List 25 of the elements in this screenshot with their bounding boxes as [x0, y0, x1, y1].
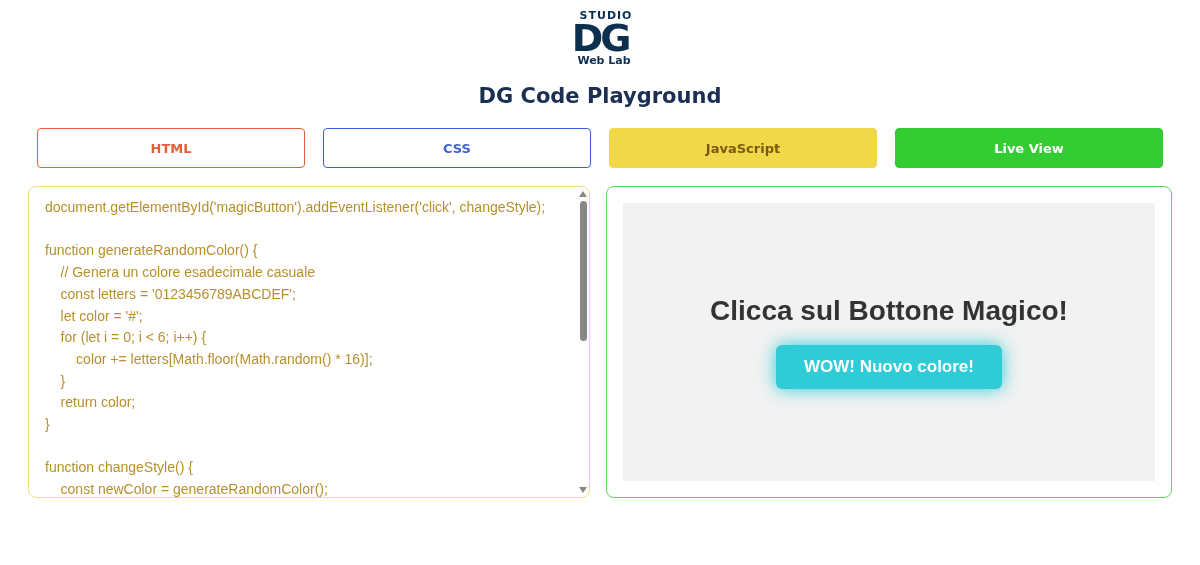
tab[interactable]: CSS: [323, 128, 591, 168]
magic-button[interactable]: WOW! Nuovo colore!: [776, 345, 1002, 389]
code-line: // Genera un colore esadecimale casuale: [59, 263, 317, 283]
code-line: for (let i = 0; i < 6; i++) {: [59, 328, 208, 348]
scroll-up-icon[interactable]: [579, 191, 587, 197]
code-line: }: [45, 415, 51, 434]
tab[interactable]: JavaScript: [609, 128, 877, 168]
code-editor[interactable]: [28, 186, 590, 498]
code-line: let color = '#';: [59, 306, 144, 326]
code-line: const letters = '0123456789ABCDEF';: [59, 284, 297, 304]
code-line: return color;: [59, 393, 137, 413]
code-line: color += letters[Math.floor(Math.random() * 16)];: [75, 349, 374, 369]
code-line: }: [59, 371, 67, 391]
code-line: function generateRandomColor() {: [45, 241, 259, 261]
code-line: document.getElementById('magicButton').addEventListener('click', changeStyle);: [45, 198, 547, 217]
tab[interactable]: Live View: [895, 128, 1163, 168]
logo-top-text: STUDIO: [579, 10, 633, 21]
tab[interactable]: HTML: [37, 128, 305, 168]
code-line: function changeStyle() {: [45, 458, 194, 478]
logo-bottom-text: Web Lab: [577, 55, 631, 66]
scroll-down-icon[interactable]: [579, 487, 587, 493]
page-title: DG Code Playground: [478, 84, 722, 108]
preview-heading: Clicca sul Bottone Magico!: [710, 295, 1068, 327]
code-line: const newColor = generateRandomColor();: [59, 480, 329, 497]
logo-mark: DG: [571, 21, 629, 55]
